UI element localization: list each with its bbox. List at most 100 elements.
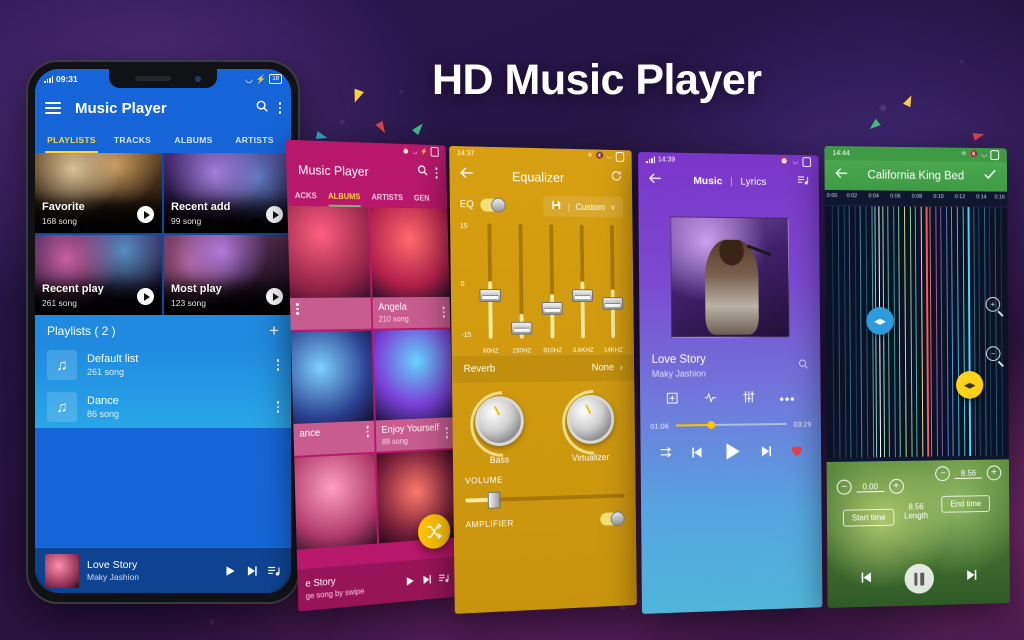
start-time-label[interactable]: Start time: [842, 508, 895, 527]
more-vertical-icon[interactable]: [435, 167, 438, 179]
next-icon[interactable]: [245, 564, 259, 578]
favorite-icon[interactable]: [789, 443, 803, 463]
left-right-handle-blue[interactable]: ◂▸: [866, 306, 894, 335]
plus-icon[interactable]: +: [986, 465, 1002, 481]
eq-band-slider[interactable]: 3.6KHZ: [572, 224, 594, 354]
slider-thumb[interactable]: [572, 289, 594, 303]
end-time-stepper[interactable]: − 8.56 +: [935, 465, 1002, 482]
plus-icon[interactable]: +: [269, 322, 279, 339]
tab-artists[interactable]: ARTISTS: [224, 127, 285, 153]
check-icon[interactable]: [983, 167, 998, 187]
more-vertical-icon[interactable]: [276, 359, 279, 371]
bass-knob-group[interactable]: Bass: [456, 377, 548, 471]
album-card[interactable]: [294, 453, 378, 550]
album-card[interactable]: Enjoy Yourself 88 song: [373, 329, 454, 452]
amplifier-toggle[interactable]: [600, 511, 625, 527]
slider-thumb[interactable]: [541, 302, 563, 316]
more-horizontal-icon[interactable]: •••: [779, 391, 795, 406]
eq-band-slider[interactable]: 60HZ: [479, 223, 502, 355]
bass-knob[interactable]: [456, 377, 548, 471]
slider-thumb[interactable]: [487, 491, 501, 509]
back-arrow-icon[interactable]: [459, 165, 474, 185]
shuffle-icon[interactable]: [417, 513, 451, 550]
shuffle-icon[interactable]: [659, 445, 673, 464]
eq-band-slider[interactable]: 14KHZ: [602, 224, 624, 354]
waveform-icon[interactable]: [703, 391, 718, 409]
previous-icon[interactable]: [689, 444, 704, 464]
play-icon[interactable]: [266, 288, 283, 305]
back-arrow-icon[interactable]: [834, 166, 848, 185]
mini-player[interactable]: Love Story Maky Jashion: [35, 547, 291, 593]
waveform-editor[interactable]: ◂▸ ◂▸ + −: [824, 205, 1009, 458]
virtualizer-knob[interactable]: [548, 376, 637, 468]
playlist-icon[interactable]: [797, 174, 810, 192]
seek-slider[interactable]: [675, 418, 787, 431]
search-icon[interactable]: [797, 357, 809, 375]
plus-icon[interactable]: +: [888, 478, 904, 494]
tab-tracks[interactable]: TRACKS: [102, 127, 163, 153]
slider-thumb[interactable]: [707, 420, 716, 430]
more-vertical-icon[interactable]: [276, 401, 279, 413]
playlist-card-most-play[interactable]: Most play 123 song: [164, 235, 291, 315]
mini-player[interactable]: e Story ge song by swipe: [297, 556, 458, 612]
save-icon[interactable]: [551, 200, 562, 213]
playlist-icon[interactable]: [438, 571, 450, 584]
search-icon[interactable]: [416, 164, 428, 182]
album-card[interactable]: Angela 210 song: [370, 207, 451, 329]
play-icon[interactable]: [721, 440, 743, 467]
reverb-row[interactable]: Reverb None ›: [451, 353, 635, 383]
more-vertical-icon[interactable]: [445, 427, 448, 439]
pause-icon[interactable]: [904, 563, 935, 594]
play-icon[interactable]: [266, 206, 283, 223]
next-icon[interactable]: [758, 443, 773, 463]
slider-thumb[interactable]: [510, 321, 533, 335]
reset-icon[interactable]: [610, 169, 622, 187]
eq-band-slider[interactable]: 910HZ: [541, 224, 563, 354]
play-icon[interactable]: [223, 564, 237, 578]
next-icon[interactable]: [421, 572, 433, 586]
chevron-down-icon[interactable]: ˅: [610, 202, 615, 212]
tab-genres[interactable]: GEN: [414, 187, 430, 209]
more-vertical-icon[interactable]: [278, 102, 281, 114]
previous-icon[interactable]: [859, 570, 874, 590]
list-item[interactable]: ♫ Dance 86 song: [35, 386, 291, 428]
playlist-card-recent-play[interactable]: Recent play 261 song: [35, 235, 162, 315]
chevron-right-icon[interactable]: ›: [620, 362, 623, 373]
album-card[interactable]: ance: [290, 330, 375, 456]
slider-thumb[interactable]: [479, 289, 502, 303]
playlist-icon[interactable]: [267, 564, 281, 578]
eq-toggle[interactable]: [480, 197, 507, 213]
tab-albums[interactable]: ALBUMS: [163, 127, 224, 153]
add-to-playlist-icon[interactable]: [666, 391, 679, 409]
next-icon[interactable]: [964, 567, 979, 587]
minus-icon[interactable]: −: [836, 479, 852, 495]
more-vertical-icon[interactable]: [442, 306, 445, 318]
zoom-in-icon[interactable]: +: [985, 296, 1001, 312]
tab-artists[interactable]: ARTISTS: [371, 186, 403, 208]
tab-tracks[interactable]: ACKS: [295, 184, 317, 206]
more-vertical-icon[interactable]: [366, 425, 369, 438]
equalizer-icon[interactable]: [742, 390, 756, 409]
preset-selector[interactable]: | Custom ˅: [543, 195, 624, 218]
minus-icon[interactable]: −: [935, 466, 951, 482]
list-item[interactable]: ♫ Default list 261 song: [35, 344, 291, 386]
virtualizer-knob-group[interactable]: Virtualizer: [548, 376, 637, 468]
album-card[interactable]: [287, 205, 372, 331]
eq-band-slider[interactable]: 230HZ: [510, 223, 533, 355]
search-icon[interactable]: [255, 99, 269, 118]
tab-lyrics[interactable]: Lyrics: [740, 176, 766, 188]
tab-playlists[interactable]: PLAYLISTS: [41, 127, 102, 153]
tab-music[interactable]: Music: [693, 175, 722, 187]
end-time-label[interactable]: End time: [941, 495, 990, 513]
play-icon[interactable]: [404, 574, 416, 588]
back-arrow-icon[interactable]: [648, 171, 662, 190]
slider-thumb[interactable]: [602, 297, 624, 310]
hamburger-icon[interactable]: [45, 102, 61, 114]
start-time-stepper[interactable]: − 0.00 +: [836, 478, 904, 495]
playlist-card-recent-add[interactable]: Recent add 99 song: [164, 153, 291, 233]
play-icon[interactable]: [137, 206, 154, 223]
tab-albums[interactable]: ALBUMS: [328, 185, 361, 207]
play-icon[interactable]: [137, 288, 154, 305]
more-vertical-icon[interactable]: [295, 302, 299, 315]
playlist-card-favorite[interactable]: Favorite 168 song: [35, 153, 162, 233]
